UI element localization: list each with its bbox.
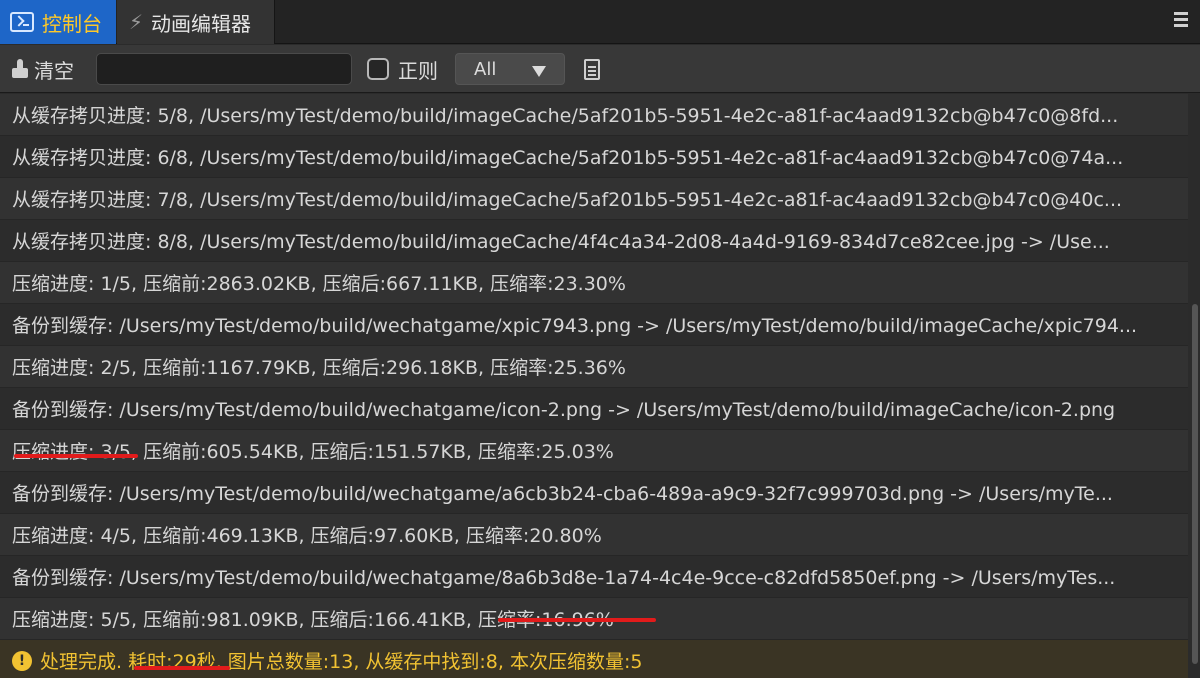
annotation-underline (498, 618, 656, 622)
log-row: 从缓存拷贝进度: 8/8, /Users/myTest/demo/build/i… (0, 220, 1188, 262)
console-toolbar: 清空 正则 All (0, 45, 1200, 93)
log-row: 从缓存拷贝进度: 5/8, /Users/myTest/demo/build/i… (0, 94, 1188, 136)
terminal-icon (10, 12, 34, 32)
open-log-file-icon[interactable] (584, 59, 600, 80)
log-level-value: All (474, 58, 497, 80)
scrollbar-thumb[interactable] (1192, 304, 1198, 664)
log-row: 备份到缓存: /Users/myTest/demo/build/wechatga… (0, 556, 1188, 598)
log-row-warning: ! 处理完成. 耗时:29秒, 图片总数量:13, 从缓存中找到:8, 本次压缩… (0, 640, 1188, 678)
filter-input[interactable] (96, 53, 352, 85)
broom-icon (12, 59, 28, 79)
clear-label: 清空 (34, 58, 74, 83)
chevron-down-icon (532, 66, 546, 77)
log-scrollbar[interactable] (1188, 94, 1200, 678)
clear-button[interactable]: 清空 (12, 55, 74, 83)
tab-animation-editor[interactable]: ⚡ 动画编辑器 (117, 0, 275, 44)
log-level-select[interactable]: All (455, 53, 565, 85)
regex-checkbox[interactable] (367, 58, 389, 80)
log-row: 压缩进度: 3/5, 压缩前:605.54KB, 压缩后:151.57KB, 压… (0, 430, 1188, 472)
annotation-underline (134, 666, 230, 670)
annotation-underline (14, 454, 138, 458)
tab-bar: 控制台 ⚡ 动画编辑器 (0, 0, 1200, 44)
log-row: 备份到缓存: /Users/myTest/demo/build/wechatga… (0, 472, 1188, 514)
hamburger-menu-icon[interactable] (1174, 12, 1188, 28)
tab-animation-label: 动画编辑器 (151, 11, 252, 36)
log-row: 从缓存拷贝进度: 6/8, /Users/myTest/demo/build/i… (0, 136, 1188, 178)
log-row: 压缩进度: 1/5, 压缩前:2863.02KB, 压缩后:667.11KB, … (0, 262, 1188, 304)
regex-toggle[interactable]: 正则 (367, 55, 438, 83)
log-row: 压缩进度: 2/5, 压缩前:1167.79KB, 压缩后:296.18KB, … (0, 346, 1188, 388)
tab-console[interactable]: 控制台 (0, 0, 116, 44)
log-row: 压缩进度: 4/5, 压缩前:469.13KB, 压缩后:97.60KB, 压缩… (0, 514, 1188, 556)
console-log-list: 从缓存拷贝进度: 5/8, /Users/myTest/demo/build/i… (0, 94, 1188, 678)
log-row: 备份到缓存: /Users/myTest/demo/build/wechatga… (0, 304, 1188, 346)
animation-icon: ⚡ (129, 10, 144, 34)
tab-console-label: 控制台 (42, 11, 102, 36)
warning-icon: ! (12, 650, 32, 671)
log-row: 从缓存拷贝进度: 7/8, /Users/myTest/demo/build/i… (0, 178, 1188, 220)
regex-label: 正则 (398, 58, 438, 83)
log-row: 备份到缓存: /Users/myTest/demo/build/wechatga… (0, 388, 1188, 430)
